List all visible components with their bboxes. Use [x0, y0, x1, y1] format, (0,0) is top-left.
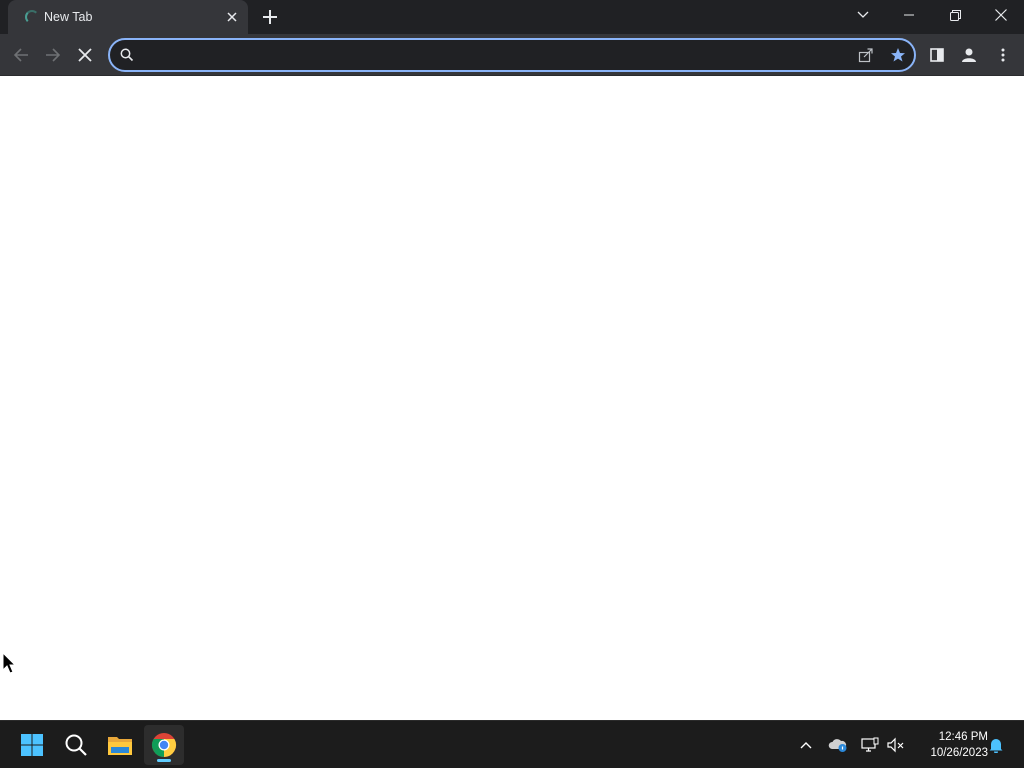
address-bar[interactable] — [108, 38, 916, 72]
show-hidden-icons-button[interactable] — [796, 735, 816, 755]
chrome-icon — [151, 733, 177, 757]
toolbar — [0, 34, 1024, 76]
search-icon — [65, 734, 87, 756]
onedrive-tray-icon[interactable] — [828, 735, 848, 755]
chevron-up-icon — [800, 742, 812, 749]
minimize-icon — [904, 14, 914, 16]
share-icon[interactable] — [858, 47, 874, 63]
taskbar: 12:46 PM 10/26/2023 — [0, 720, 1024, 768]
close-window-button[interactable] — [978, 0, 1024, 30]
stop-icon — [78, 48, 92, 62]
mouse-cursor-icon — [2, 652, 17, 674]
chevron-down-icon — [857, 11, 869, 18]
minimize-button[interactable] — [886, 0, 932, 30]
address-input[interactable] — [140, 46, 840, 64]
title-bar: New Tab — [0, 0, 1024, 34]
loading-spinner-icon — [25, 10, 39, 24]
page-content — [0, 77, 1024, 720]
profile-icon — [962, 48, 976, 62]
start-button[interactable] — [12, 725, 52, 765]
windows-logo-icon — [21, 734, 43, 756]
clock-time: 12:46 PM — [938, 731, 988, 743]
menu-icon — [1001, 48, 1005, 62]
menu-button[interactable] — [988, 40, 1018, 70]
star-icon[interactable] — [890, 47, 906, 63]
plus-icon — [263, 10, 277, 24]
clock-date: 10/26/2023 — [930, 747, 988, 759]
close-icon — [995, 9, 1007, 21]
close-icon — [227, 12, 237, 22]
back-button[interactable] — [6, 40, 36, 70]
volume-tray-icon[interactable] — [886, 735, 906, 755]
side-panel-icon — [930, 48, 944, 62]
bell-icon — [989, 739, 1003, 753]
side-panel-button[interactable] — [922, 40, 952, 70]
forward-button[interactable] — [38, 40, 68, 70]
taskbar-search-button[interactable] — [56, 725, 96, 765]
stop-loading-button[interactable] — [70, 40, 100, 70]
forward-icon — [46, 48, 61, 62]
tab-search-button[interactable] — [840, 0, 886, 30]
active-app-indicator — [157, 759, 171, 762]
volume-muted-icon — [887, 737, 904, 753]
profile-button[interactable] — [954, 40, 984, 70]
search-icon — [120, 48, 134, 62]
chrome-taskbar-button[interactable] — [144, 725, 184, 765]
back-icon — [13, 48, 28, 62]
network-tray-icon[interactable] — [860, 735, 880, 755]
tab-new-tab[interactable]: New Tab — [8, 0, 248, 34]
restore-icon — [949, 9, 961, 21]
tab-close-button[interactable] — [224, 9, 240, 25]
folder-icon — [108, 737, 132, 755]
taskbar-clock[interactable]: 12:46 PM 10/26/2023 — [912, 729, 988, 761]
file-explorer-button[interactable] — [100, 725, 140, 765]
restore-button[interactable] — [932, 0, 978, 30]
notifications-button[interactable] — [986, 735, 1006, 755]
new-tab-button[interactable] — [258, 6, 282, 28]
tab-title: New Tab — [44, 10, 93, 24]
cloud-info-icon — [828, 739, 847, 752]
network-icon — [861, 737, 879, 752]
